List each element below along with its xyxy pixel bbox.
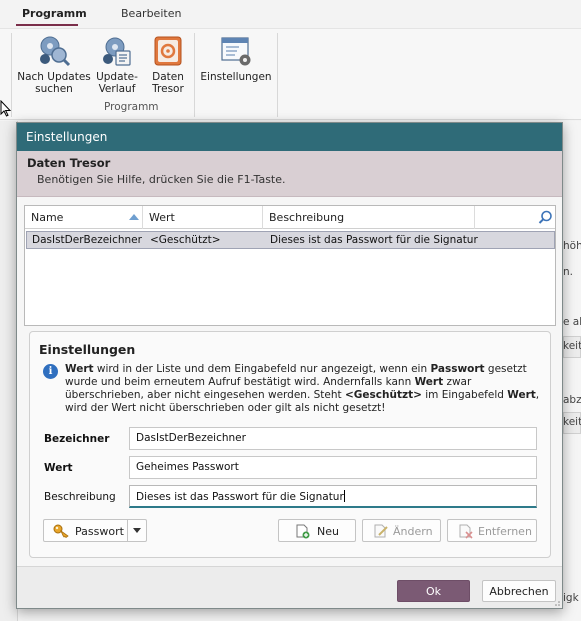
entfernen-button[interactable]: Entfernen — [447, 519, 537, 542]
ribbon-group-label: Programm — [104, 101, 159, 113]
delete-document-icon — [459, 524, 473, 539]
aendern-button[interactable]: Ändern — [362, 519, 441, 542]
ribbon-tab-bar: Programm Bearbeiten — [0, 0, 581, 28]
ribbon-panel: Nach Updates suchen Update- Verlauf Date… — [0, 28, 581, 120]
safe-icon — [151, 35, 185, 67]
passwort-label: Passwort — [75, 525, 124, 538]
grid-header: Name Wert Beschreibung — [25, 206, 555, 229]
search-icon[interactable] — [538, 210, 553, 225]
active-tab-indicator — [16, 24, 78, 26]
column-header-beschreibung[interactable]: Beschreibung — [269, 211, 344, 224]
dialog-title-bar[interactable]: Einstellungen — [17, 123, 562, 151]
update-history-label-1: Update- — [96, 71, 138, 83]
check-updates-label-1: Nach Updates — [17, 71, 91, 83]
tab-programm[interactable]: Programm — [22, 7, 87, 20]
aendern-label: Ändern — [393, 525, 433, 538]
background-text: keit — [563, 340, 581, 352]
dialog-footer: Ok Abbrechen — [17, 566, 562, 608]
info-icon: i — [43, 364, 58, 379]
new-document-icon — [296, 524, 310, 539]
passwort-button[interactable]: Passwort — [43, 519, 147, 542]
info-text: Wert wird in der Liste und dem Eingabefe… — [65, 363, 540, 414]
column-header-name[interactable]: Name — [31, 211, 63, 224]
cell-beschreibung: Dieses ist das Passwort für die Signatur — [270, 234, 478, 246]
update-history-label-2: Verlauf — [98, 83, 136, 95]
settings-group-title: Einstellungen — [39, 342, 136, 357]
neu-label: Neu — [317, 525, 339, 538]
data-safe-label-1: Daten — [152, 71, 184, 83]
sort-ascending-icon — [129, 214, 139, 220]
beschreibung-field[interactable]: Dieses ist das Passwort für die Signatur — [129, 485, 537, 508]
entfernen-label: Entfernen — [478, 525, 532, 538]
cancel-button[interactable]: Abbrechen — [482, 580, 556, 602]
update-history-button[interactable]: Update- Verlauf — [94, 35, 140, 95]
bezeichner-field[interactable]: DasIstDerBezeichner — [129, 427, 537, 450]
beschreibung-label: Beschreibung — [44, 491, 116, 503]
settings-group: Einstellungen i Wert wird in der Liste u… — [29, 331, 551, 558]
split-divider — [127, 520, 128, 541]
header-subtitle: Benötigen Sie Hilfe, drücken Sie die F1-… — [37, 173, 286, 186]
search-updates-icon — [37, 35, 71, 67]
ribbon-separator — [194, 33, 195, 117]
edit-document-icon — [374, 524, 388, 538]
chevron-down-icon[interactable] — [132, 528, 142, 534]
background-text: igk — [563, 592, 579, 604]
cell-wert: <Geschützt> — [150, 234, 221, 246]
settings-window-icon — [219, 35, 253, 67]
background-text: e ab — [563, 316, 581, 328]
cell-name: DasIstDerBezeichner — [32, 234, 142, 246]
background-text: höh — [563, 240, 581, 252]
check-updates-button[interactable]: Nach Updates suchen — [17, 35, 91, 95]
column-separator[interactable] — [142, 206, 143, 229]
column-separator[interactable] — [474, 206, 475, 229]
table-row[interactable]: DasIstDerBezeichner <Geschützt> Dieses i… — [26, 231, 555, 249]
column-header-wert[interactable]: Wert — [149, 211, 175, 224]
ribbon-separator — [277, 33, 278, 117]
update-history-icon — [100, 35, 134, 67]
key-icon — [53, 524, 69, 538]
mouse-cursor-icon — [0, 100, 12, 117]
settings-label: Einstellungen — [200, 71, 272, 83]
text-caret — [343, 490, 345, 502]
ok-button[interactable]: Ok — [397, 580, 470, 602]
header-title: Daten Tresor — [27, 156, 111, 170]
dialog-header: Daten Tresor Benötigen Sie Hilfe, drücke… — [17, 151, 562, 197]
entries-grid[interactable]: Name Wert Beschreibung DasIstDerBezeichn… — [24, 205, 556, 326]
background-text: keit — [563, 416, 581, 428]
background-app-right — [562, 121, 581, 621]
data-safe-label-2: Tresor — [152, 83, 184, 95]
settings-dialog: Einstellungen Daten Tresor Benötigen Sie… — [16, 122, 563, 609]
bezeichner-label: Bezeichner — [44, 433, 110, 445]
settings-button[interactable]: Einstellungen — [199, 35, 273, 83]
tab-bearbeiten[interactable]: Bearbeiten — [121, 7, 181, 20]
background-text: n. — [563, 266, 573, 278]
column-separator[interactable] — [262, 206, 263, 229]
background-text: abz — [563, 394, 581, 406]
dialog-title: Einstellungen — [26, 130, 108, 144]
neu-button[interactable]: Neu — [278, 519, 356, 542]
wert-label: Wert — [44, 462, 73, 474]
resize-grip-icon[interactable] — [552, 598, 560, 606]
data-safe-button[interactable]: Daten Tresor — [148, 35, 188, 95]
wert-field[interactable]: Geheimes Passwort — [129, 456, 537, 479]
check-updates-label-2: suchen — [35, 83, 73, 95]
